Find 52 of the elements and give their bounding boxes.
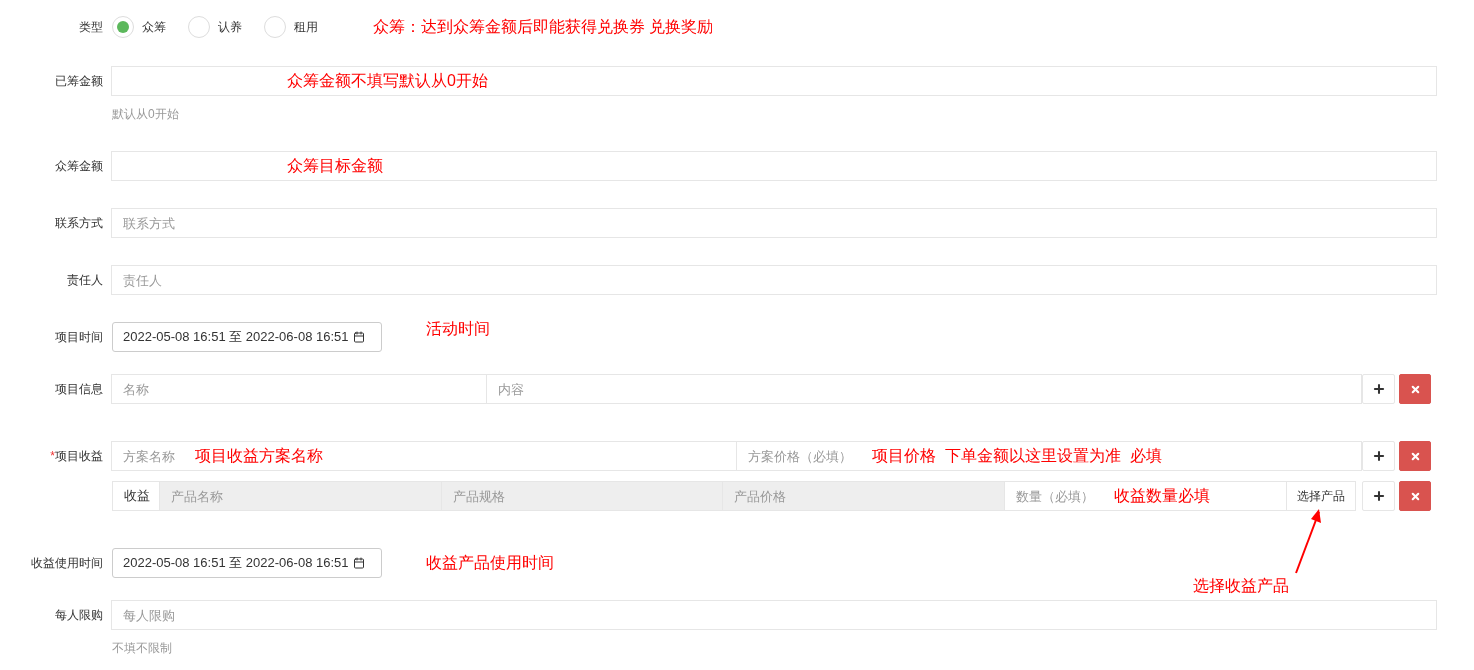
input-field[interactable]: 每人限购 xyxy=(111,600,1437,630)
input-field[interactable]: 内容 xyxy=(485,374,1362,404)
annotation-text: 项目收益方案名称 xyxy=(195,445,323,466)
annotation-text: 选择收益产品 xyxy=(1193,577,1289,595)
annotation-text: 众筹：达到众筹金额后即能获得兑换券 兑换奖励 xyxy=(373,16,714,37)
field-label: 每人限购 xyxy=(54,607,103,624)
close-icon xyxy=(1409,383,1421,395)
input-field[interactable]: 责任人 xyxy=(111,265,1437,295)
field-label: 收益使用时间 xyxy=(30,555,103,572)
annotation-text: 收益产品使用时间 xyxy=(426,553,554,573)
annotation-text: 众筹目标金额 xyxy=(287,155,383,176)
calendar-icon xyxy=(352,557,365,569)
option-label: 租用 xyxy=(294,18,318,36)
annotation-text: 众筹金额不填写默认从0开始 xyxy=(287,70,488,91)
radio-option[interactable]: 租用 xyxy=(264,16,318,38)
help-text: 不填不限制 xyxy=(112,640,173,656)
radio-option[interactable]: 众筹 xyxy=(112,16,166,38)
radio-circle[interactable] xyxy=(264,16,286,38)
date-range-field[interactable]: 2022-05-08 16:51 至 2022-06-08 16:51 xyxy=(112,322,382,352)
annotation-text: 活动时间 xyxy=(426,319,490,339)
close-icon xyxy=(1409,490,1421,502)
annotation-text: 项目价格 下单金额以这里设置为准 必填 xyxy=(872,445,1162,466)
field-label: 项目信息 xyxy=(54,381,103,398)
input-field[interactable] xyxy=(111,66,1437,96)
field-label: 类型 xyxy=(78,19,103,36)
radio-circle[interactable] xyxy=(188,16,210,38)
calendar-icon xyxy=(352,331,365,343)
add-button[interactable] xyxy=(1362,374,1395,404)
input-field[interactable]: 联系方式 xyxy=(111,208,1437,238)
field-label: 责任人 xyxy=(66,272,103,289)
field-label: 联系方式 xyxy=(54,215,103,232)
radio-circle[interactable] xyxy=(112,16,134,38)
radio-option[interactable]: 认养 xyxy=(188,16,242,38)
date-range-field[interactable]: 2022-05-08 16:51 至 2022-06-08 16:51 xyxy=(112,548,382,578)
field-label: 已筹金额 xyxy=(54,73,103,90)
input-field[interactable] xyxy=(111,151,1437,181)
help-text: 默认从0开始 xyxy=(112,106,180,122)
close-icon xyxy=(1409,450,1421,462)
option-label: 众筹 xyxy=(142,18,166,36)
add-button[interactable] xyxy=(1362,441,1395,471)
plus-icon xyxy=(1371,489,1386,503)
option-label: 认养 xyxy=(218,18,242,36)
plus-icon xyxy=(1371,382,1386,396)
choose-product-button[interactable]: 选择产品 xyxy=(1286,481,1356,511)
field-label: 众筹金额 xyxy=(54,158,103,175)
field-label: 项目收益 xyxy=(55,448,103,465)
plus-icon xyxy=(1371,449,1386,463)
annotation-text: 收益数量必填 xyxy=(1113,485,1210,506)
add-button[interactable] xyxy=(1362,481,1395,511)
input-field[interactable]: 名称 xyxy=(111,374,487,404)
required-mark: * xyxy=(50,448,55,465)
field-label: 项目时间 xyxy=(54,329,103,346)
